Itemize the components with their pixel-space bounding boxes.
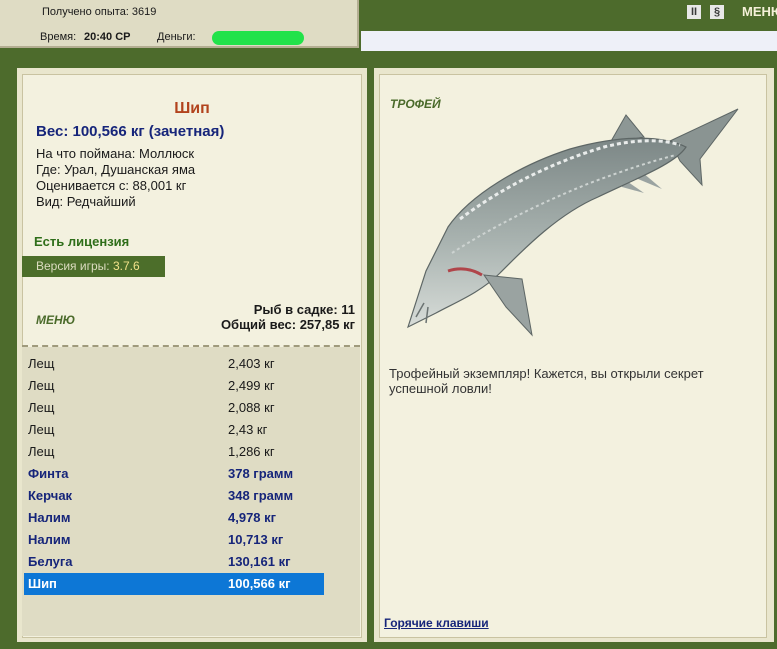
fish-list-name: Лещ — [28, 378, 55, 393]
fish-list-row[interactable]: Белуга 130,161 кг — [24, 551, 324, 573]
fish-list-row[interactable]: Лещ 2,403 кг — [24, 353, 324, 375]
fish-list-weight: 100,566 кг — [228, 576, 291, 591]
sturgeon-image — [406, 108, 739, 337]
bait-info: На что поймана: Моллюск — [36, 146, 195, 161]
fish-list-weight: 130,161 кг — [228, 554, 291, 569]
fish-list-weight: 4,978 кг — [228, 510, 277, 525]
fish-list-row[interactable]: Лещ 2,088 кг — [24, 397, 324, 419]
fish-list-weight: 2,088 кг — [228, 400, 275, 415]
fish-list-row[interactable]: Лещ 2,499 кг — [24, 375, 324, 397]
fish-list-name: Налим — [28, 532, 71, 547]
fish-weight: Вес: 100,566 кг (зачетная) — [36, 123, 225, 140]
fish-list-name: Шип — [28, 576, 57, 591]
top-strip — [361, 31, 777, 51]
fish-list-name: Лещ — [28, 400, 55, 415]
status-bar: Получено опыта: 3619 Время: 20:40 СР Ден… — [0, 0, 359, 48]
fish-list-weight: 10,713 кг — [228, 532, 284, 547]
fish-name: Шип — [174, 100, 210, 117]
place-info: Где: Урал, Душанская яма — [36, 162, 196, 177]
hotkeys-link[interactable]: Горячие клавиши — [384, 616, 489, 630]
kind-info: Вид: Редчайший — [36, 194, 136, 209]
fish-list-name: Керчак — [28, 488, 73, 503]
fish-list-name: Лещ — [28, 444, 55, 459]
pause-icon[interactable]: II — [687, 5, 701, 19]
top-menu-button[interactable]: МЕНЮ — [742, 4, 777, 19]
time-value: 20:40 СР — [84, 31, 131, 43]
fish-list-row[interactable]: Налим 4,978 кг — [24, 507, 324, 529]
fish-list-name: Лещ — [28, 356, 55, 371]
fish-list-weight: 2,43 кг — [228, 422, 268, 437]
fish-list-weight: 378 грамм — [228, 466, 294, 481]
fish-list-name: Финта — [28, 466, 69, 481]
fish-list-row[interactable]: Финта 378 грамм — [24, 463, 324, 485]
money-value-redacted — [212, 31, 304, 45]
version-label: Версия игры: — [36, 259, 110, 273]
version-badge: Версия игры: 3.7.6 — [22, 256, 165, 277]
fish-list-weight: 1,286 кг — [228, 444, 275, 459]
fish-list-weight: 2,403 кг — [228, 356, 275, 371]
menu-button[interactable]: МЕНЮ — [36, 313, 75, 327]
experience-text: Получено опыта: 3619 — [42, 6, 157, 18]
fish-list-name: Белуга — [28, 554, 73, 569]
fish-list-row[interactable]: Шип 100,566 кг — [24, 573, 324, 595]
fish-list-row[interactable]: Керчак 348 грамм — [24, 485, 324, 507]
money-label: Деньги: — [157, 31, 196, 43]
fish-list-name: Лещ — [28, 422, 55, 437]
keepnet-count: Рыб в садке: 11 — [253, 302, 355, 317]
rated-info: Оценивается с: 88,001 кг — [36, 178, 187, 193]
version-value: 3.7.6 — [112, 259, 140, 273]
divider — [22, 345, 360, 347]
fish-list-weight: 2,499 кг — [228, 378, 275, 393]
fish-list-name: Налим — [28, 510, 71, 525]
trophy-description: Трофейный экземпляр! Кажется, вы открыли… — [389, 366, 704, 396]
fish-list-row[interactable]: Налим 10,713 кг — [24, 529, 324, 551]
fish-list-row[interactable]: Лещ 1,286 кг — [24, 441, 324, 463]
time-label: Время: — [40, 31, 77, 43]
keepnet-total: Общий вес: 257,85 кг — [220, 317, 355, 332]
license-status: Есть лицензия — [34, 234, 130, 249]
fish-list-weight: 348 грамм — [228, 488, 294, 503]
sound-icon[interactable]: § — [710, 5, 724, 19]
fish-list-row[interactable]: Лещ 2,43 кг — [24, 419, 324, 441]
